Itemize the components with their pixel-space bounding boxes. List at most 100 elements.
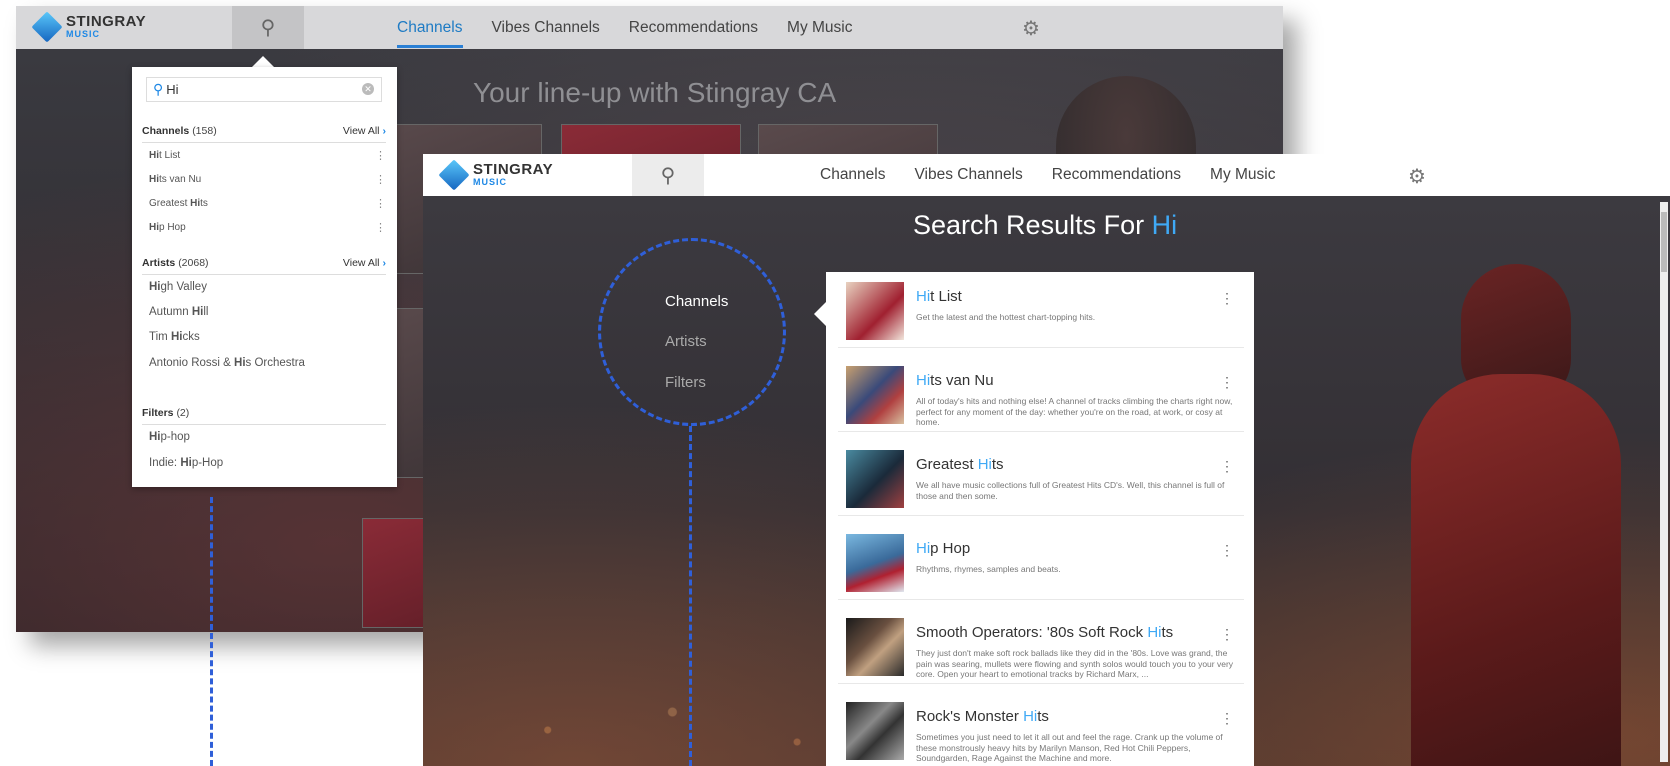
more-vertical-icon[interactable]: ⋮: [375, 197, 386, 210]
dropdown-artist-item[interactable]: High Valley: [149, 281, 386, 293]
view-all-channels-link[interactable]: View All ›: [343, 125, 386, 137]
result-description: Get the latest and the hottest chart-top…: [916, 312, 1096, 322]
section-label: Artists: [142, 257, 176, 269]
filter-artists[interactable]: Artists: [665, 333, 707, 350]
more-vertical-icon[interactable]: ⋮: [375, 149, 386, 162]
composite-screenshot: STINGRAY MUSIC ⚲ Channels Vibes Channels…: [0, 0, 1670, 766]
more-vertical-icon[interactable]: ⋮: [1220, 290, 1234, 307]
tab-channels[interactable]: Channels: [820, 156, 886, 193]
nav-tabs: Channels Vibes Channels Recommendations …: [397, 9, 852, 48]
search-button[interactable]: ⚲: [232, 6, 304, 49]
scrollbar-thumb[interactable]: [1661, 212, 1667, 272]
dropdown-filter-item[interactable]: Hip-hop: [149, 431, 386, 443]
channel-thumbnail: [846, 450, 904, 508]
channel-thumbnail: [846, 702, 904, 760]
logo-sub: MUSIC: [473, 177, 507, 187]
tab-vibes-channels[interactable]: Vibes Channels: [492, 9, 600, 46]
logo-brand: STINGRAY: [66, 13, 147, 30]
connector-dashed-line: [210, 497, 213, 766]
connector-dashed-line: [689, 426, 692, 766]
logo-mark-icon: [31, 10, 63, 43]
tab-my-music[interactable]: My Music: [787, 9, 852, 46]
more-vertical-icon[interactable]: ⋮: [375, 173, 386, 186]
more-vertical-icon[interactable]: ⋮: [1220, 626, 1234, 643]
scrollbar[interactable]: [1660, 202, 1668, 762]
search-query: Hi: [166, 82, 179, 97]
filter-filters[interactable]: Filters: [665, 374, 706, 391]
section-count: (2068): [178, 257, 209, 269]
tab-recommendations[interactable]: Recommendations: [1052, 156, 1181, 193]
clear-icon[interactable]: ✕: [362, 83, 374, 95]
dropdown-artist-item[interactable]: Tim Hicks: [149, 331, 386, 343]
logo-mark-icon: [438, 158, 470, 191]
section-count: (2): [176, 407, 190, 419]
search-icon: ⚲: [260, 17, 276, 39]
nav-tabs: Channels Vibes Channels Recommendations …: [820, 156, 1275, 193]
filter-highlight-circle: [598, 238, 786, 426]
more-vertical-icon[interactable]: ⋮: [1220, 458, 1234, 475]
dropdown-channel-item[interactable]: Greatest Hits ⋮: [149, 197, 386, 210]
result-description: Rhythms, rhymes, samples and beats.: [916, 564, 1061, 574]
section-count: (158): [192, 125, 217, 137]
channel-thumbnail: [846, 282, 904, 340]
result-title: Hit List: [916, 288, 962, 305]
more-vertical-icon[interactable]: ⋮: [375, 221, 386, 234]
view-all-label: View All: [342, 257, 380, 269]
result-item[interactable]: Rock's Monster Hits Sometimes you just n…: [838, 692, 1244, 766]
stingray-logo[interactable]: STINGRAY MUSIC: [31, 10, 147, 43]
more-vertical-icon[interactable]: ⋮: [1220, 374, 1234, 391]
tab-vibes-channels[interactable]: Vibes Channels: [915, 156, 1023, 193]
result-item[interactable]: Hip Hop Rhythms, rhymes, samples and bea…: [838, 524, 1244, 600]
channel-thumbnail: [846, 534, 904, 592]
view-all-artists-link[interactable]: View All ›: [343, 257, 386, 269]
dropdown-pointer: [252, 56, 274, 67]
filters-section-header: Filters (2): [142, 407, 386, 425]
result-title: Greatest Hits: [916, 456, 1004, 473]
more-vertical-icon[interactable]: ⋮: [1220, 542, 1234, 559]
result-description: We all have music collections full of Gr…: [916, 480, 1225, 501]
dropdown-channel-item[interactable]: Hits van Nu ⋮: [149, 173, 386, 186]
result-title: Hip Hop: [916, 540, 971, 557]
search-results-title: Search Results For Hi: [913, 210, 1178, 240]
tab-channels[interactable]: Channels: [397, 9, 463, 48]
result-description: They just don't make soft rock ballads l…: [916, 648, 1234, 679]
tab-my-music[interactable]: My Music: [1210, 156, 1275, 193]
search-button[interactable]: ⚲: [632, 154, 704, 196]
gear-icon[interactable]: ⚙: [1022, 16, 1040, 41]
top-nav: STINGRAY MUSIC ⚲ Channels Vibes Channels…: [423, 154, 1670, 196]
result-item[interactable]: Hits van Nu All of today's hits and noth…: [838, 356, 1244, 432]
section-label: Filters: [142, 407, 174, 419]
section-label: Channels: [142, 125, 190, 137]
gear-icon[interactable]: ⚙: [1408, 164, 1426, 189]
lineup-title: Your line-up with Stingray CA: [473, 77, 837, 108]
result-item[interactable]: Smooth Operators: '80s Soft Rock Hits Th…: [838, 608, 1244, 684]
dropdown-artist-item[interactable]: Autumn Hill: [149, 306, 386, 318]
search-icon: ⚲: [660, 164, 676, 187]
stingray-logo[interactable]: STINGRAY MUSIC: [438, 158, 554, 191]
artists-section-header: Artists (2068) View All ›: [142, 257, 386, 275]
more-vertical-icon[interactable]: ⋮: [1220, 710, 1234, 727]
search-input[interactable]: ⚲ Hi ✕: [146, 77, 382, 102]
channel-thumbnail: [846, 366, 904, 424]
search-dropdown: ⚲ Hi ✕ Channels (158) View All › Hit List…: [132, 67, 397, 487]
chevron-right-icon: ›: [382, 125, 387, 137]
dropdown-artist-item[interactable]: Antonio Rossi & His Orchestra: [149, 357, 386, 369]
result-description: All of today's hits and nothing else! A …: [916, 396, 1233, 427]
result-description: Sometimes you just need to let it all ou…: [916, 732, 1223, 763]
results-panel: Hit List Get the latest and the hottest …: [826, 272, 1254, 766]
result-title: Rock's Monster Hits: [916, 708, 1049, 725]
result-title: Hits van Nu: [916, 372, 994, 389]
channel-thumbnail: [846, 618, 904, 676]
result-title: Smooth Operators: '80s Soft Rock Hits: [916, 624, 1174, 641]
dropdown-channel-item[interactable]: Hit List ⋮: [149, 149, 386, 162]
dropdown-filter-item[interactable]: Indie: Hip-Hop: [149, 457, 386, 469]
tab-recommendations[interactable]: Recommendations: [629, 9, 758, 46]
view-all-label: View All: [342, 125, 380, 137]
filter-channels[interactable]: Channels: [665, 293, 728, 310]
result-item[interactable]: Hit List Get the latest and the hottest …: [838, 272, 1244, 348]
result-item[interactable]: Greatest Hits We all have music collecti…: [838, 440, 1244, 516]
channels-section-header: Channels (158) View All ›: [142, 125, 386, 143]
logo-brand: STINGRAY: [473, 161, 554, 178]
hero-person-image: [1391, 254, 1641, 766]
dropdown-channel-item[interactable]: Hip Hop ⋮: [149, 221, 386, 234]
